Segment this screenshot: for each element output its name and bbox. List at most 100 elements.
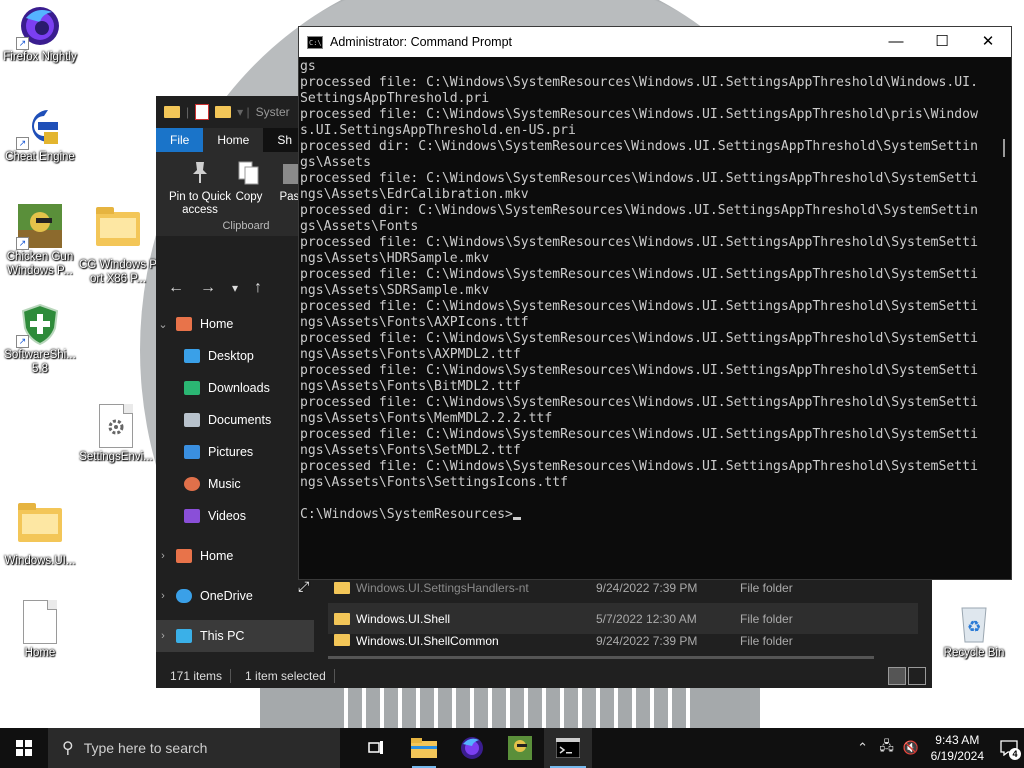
nav-item-videos[interactable]: Videos [156, 500, 314, 532]
chevron-down-icon[interactable]: ⌄ [156, 318, 170, 331]
minimize-button[interactable]: — [873, 27, 919, 57]
folder-icon [334, 612, 350, 625]
nav-item-home-2[interactable]: › Home [156, 540, 314, 572]
cmd-output-line: ngs\Assets\Fonts\BitMDL2.ttf [300, 379, 521, 394]
explorer-title: Syster [255, 105, 290, 119]
desktop-icon-home[interactable]: Home [0, 600, 80, 660]
taskbar-file-explorer[interactable] [400, 728, 448, 768]
up-arrow-icon[interactable]: ↑ [254, 279, 262, 297]
nav-label: Home [200, 317, 234, 331]
horizontal-scrollbar[interactable] [328, 656, 874, 659]
clock[interactable]: 9:43 AM 6/19/2024 [923, 732, 994, 764]
task-view-button[interactable] [352, 728, 400, 768]
chevron-up-icon[interactable]: ⌃ [851, 740, 875, 756]
chevron-right-icon[interactable]: › [156, 550, 170, 562]
view-toggle [888, 667, 926, 685]
status-bar: 171 items 1 item selected [156, 664, 932, 688]
start-button[interactable] [0, 728, 48, 768]
firefox-icon: ↗ [16, 4, 62, 50]
nav-label: Downloads [208, 381, 270, 395]
properties-icon[interactable] [195, 104, 210, 120]
nav-item-pictures[interactable]: Pictures 📌 [156, 436, 314, 468]
cmd-output-line: gs\Assets [300, 155, 371, 170]
nav-label: Documents [208, 413, 272, 427]
cmd-output-line: processed dir: C:\Windows\SystemResource… [300, 139, 978, 154]
chevron-right-icon[interactable]: › [156, 590, 170, 602]
documents-icon [184, 413, 200, 427]
music-icon [184, 477, 200, 491]
cmd-output-line: processed file: C:\Windows\SystemResourc… [300, 171, 978, 186]
desktop-icon-label: Home [24, 647, 56, 659]
home-icon [176, 317, 192, 331]
volume-muted-icon[interactable]: 🔇 [899, 740, 923, 756]
cmd-output-line: processed file: C:\Windows\SystemResourc… [300, 299, 978, 314]
chicken-gun-icon [508, 736, 532, 760]
chevron-down-icon[interactable]: ▾ [232, 281, 238, 295]
cmd-output-line: processed file: C:\Windows\SystemResourc… [300, 107, 978, 122]
desktop-icon-label: Firefox Nightly [3, 51, 77, 63]
desktop-icon-label: CG Windows Port X86 P... [79, 259, 157, 285]
tab-file[interactable]: File [156, 128, 204, 152]
nav-item-onedrive[interactable]: › OneDrive [156, 580, 314, 612]
desktop-icon-label: Cheat Engine [5, 151, 75, 163]
desktop-icon-firefox-nightly[interactable]: ↗ Firefox Nightly [0, 4, 80, 64]
desktop-icon-label: SettingsEnvi... [79, 451, 153, 463]
close-button[interactable]: ✕ [965, 27, 1011, 57]
desktop-icon-recycle-bin[interactable]: ♻ Recycle Bin [934, 600, 1014, 660]
cmd-output-line: gs\Assets\Fonts [300, 219, 419, 234]
file-type: File folder [740, 611, 793, 626]
clock-date: 6/19/2024 [930, 749, 984, 763]
forward-arrow-icon[interactable]: → [200, 279, 216, 297]
cmd-output-line: processed file: C:\Windows\SystemResourc… [300, 459, 978, 474]
nav-item-documents[interactable]: Documents 📌 [156, 404, 314, 436]
desktop-icon-label: Chicken Gun Windows P... [6, 251, 74, 277]
nav-item-music[interactable]: Music [156, 468, 314, 500]
taskbar-chicken-gun[interactable] [496, 728, 544, 768]
nav-item-desktop[interactable]: Desktop 📌 [156, 340, 314, 372]
firefox-nightly-icon [461, 737, 483, 759]
vertical-scrollbar-thumb[interactable] [1003, 139, 1005, 157]
desktop-icon-chicken-gun[interactable]: ↗ Chicken Gun Windows P... [0, 204, 80, 278]
large-icons-view-icon[interactable] [908, 667, 926, 685]
nav-label: Home [200, 549, 234, 563]
new-folder-icon[interactable] [215, 106, 232, 118]
item-count: 171 items [156, 669, 232, 683]
folder-icon [18, 503, 62, 552]
copy-button[interactable]: Copy [232, 160, 266, 204]
copy-icon [237, 160, 261, 186]
file-explorer-icon [411, 738, 437, 758]
maximize-button[interactable]: ☐ [919, 27, 965, 57]
command-prompt-window[interactable]: C:\ Administrator: Command Prompt — ☐ ✕ … [298, 26, 1012, 580]
pin-quick-access-button[interactable]: Pin to Quick access [162, 160, 238, 217]
file-row[interactable]: Windows.UI.Shell 5/7/2022 12:30 AM File … [328, 603, 918, 634]
chevron-right-icon[interactable]: › [156, 630, 170, 642]
back-arrow-icon[interactable]: ← [168, 279, 184, 297]
nav-item-this-pc[interactable]: › This PC [156, 620, 314, 652]
desktop-icon-windows-ui[interactable]: Windows.UI... [0, 500, 80, 568]
taskbar-search-box[interactable]: ⚲ Type here to search [48, 728, 340, 768]
desktop-icon-cg-windows-port[interactable]: CG Windows Port X86 P... [78, 204, 158, 286]
details-view-icon[interactable] [888, 667, 906, 685]
folder-icon [334, 581, 350, 594]
taskbar-command-prompt[interactable] [544, 728, 592, 768]
nav-label: Music [208, 477, 241, 491]
desktop-icon-settingsenvi[interactable]: SettingsEnvi... [76, 404, 156, 464]
nav-item-downloads[interactable]: Downloads 📌 [156, 372, 314, 404]
chicken-gun-icon: ↗ [16, 204, 62, 250]
notification-button[interactable]: 4 [994, 728, 1024, 768]
nav-item-home[interactable]: ⌄ Home [156, 308, 314, 340]
cmd-prompt-line[interactable]: C:\Windows\SystemResources> [300, 507, 1011, 523]
cmd-title-bar[interactable]: C:\ Administrator: Command Prompt — ☐ ✕ [299, 27, 1011, 57]
desktop-icon-label: Windows.UI... [4, 555, 76, 567]
taskbar-firefox-nightly[interactable] [448, 728, 496, 768]
desktop-icon-cheat-engine[interactable]: ↗ Cheat Engine [0, 104, 80, 164]
network-icon[interactable]: 🖧 [875, 737, 899, 759]
file-row[interactable]: Windows.UI.ShellCommon 9/24/2022 7:39 PM… [328, 634, 918, 646]
terminal-icon: C:\ [307, 35, 323, 49]
tab-home[interactable]: Home [203, 128, 264, 152]
cmd-output[interactable]: gs processed file: C:\Windows\SystemResou… [299, 57, 1011, 579]
pin-icon [188, 160, 212, 186]
desktop-icon-label: Recycle Bin [943, 647, 1005, 659]
cmd-prompt: C:\Windows\SystemResources> [300, 507, 513, 522]
desktop-icon-softwareshield[interactable]: ↗ SoftwareShi... 5.8 [0, 302, 80, 376]
